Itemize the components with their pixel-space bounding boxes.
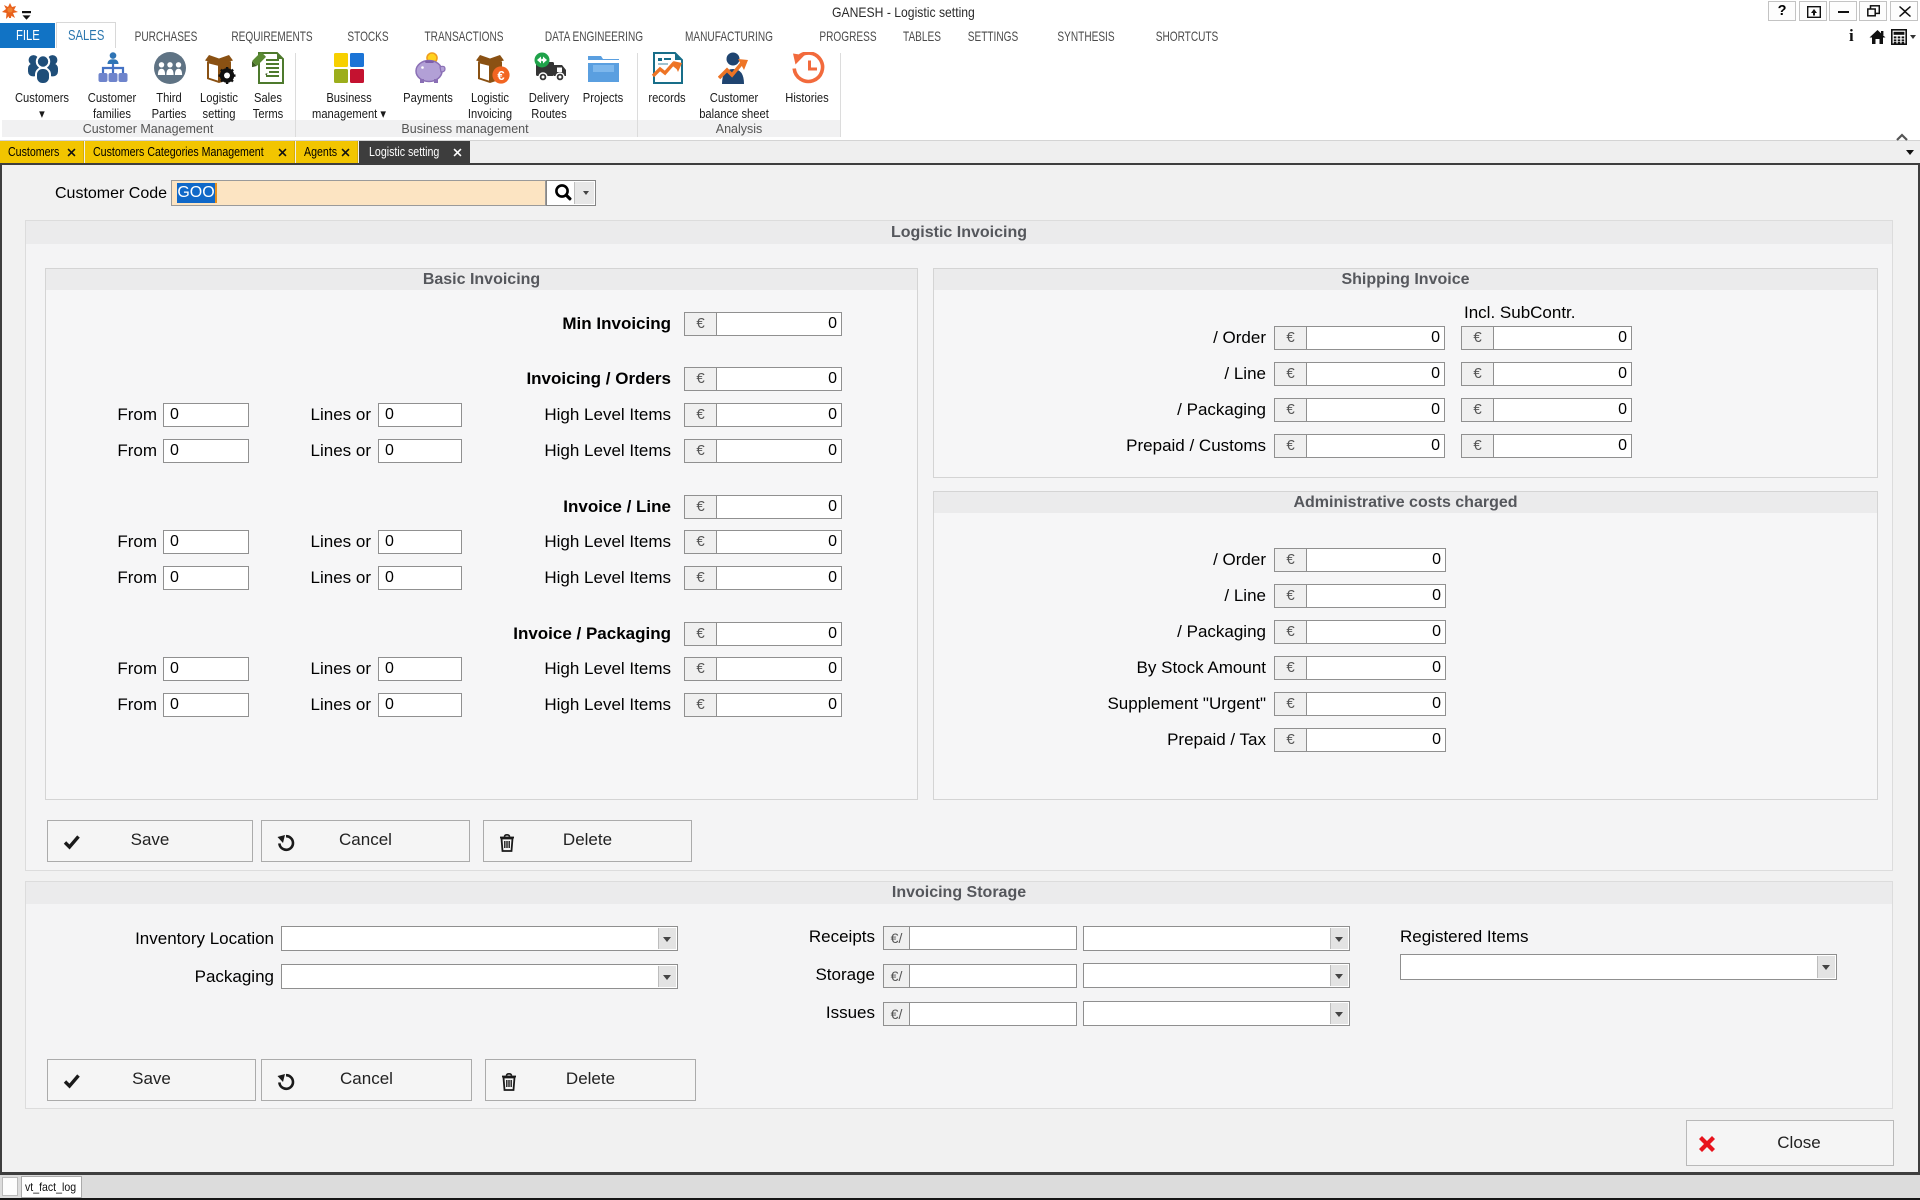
svg-text:€: € — [497, 68, 504, 83]
